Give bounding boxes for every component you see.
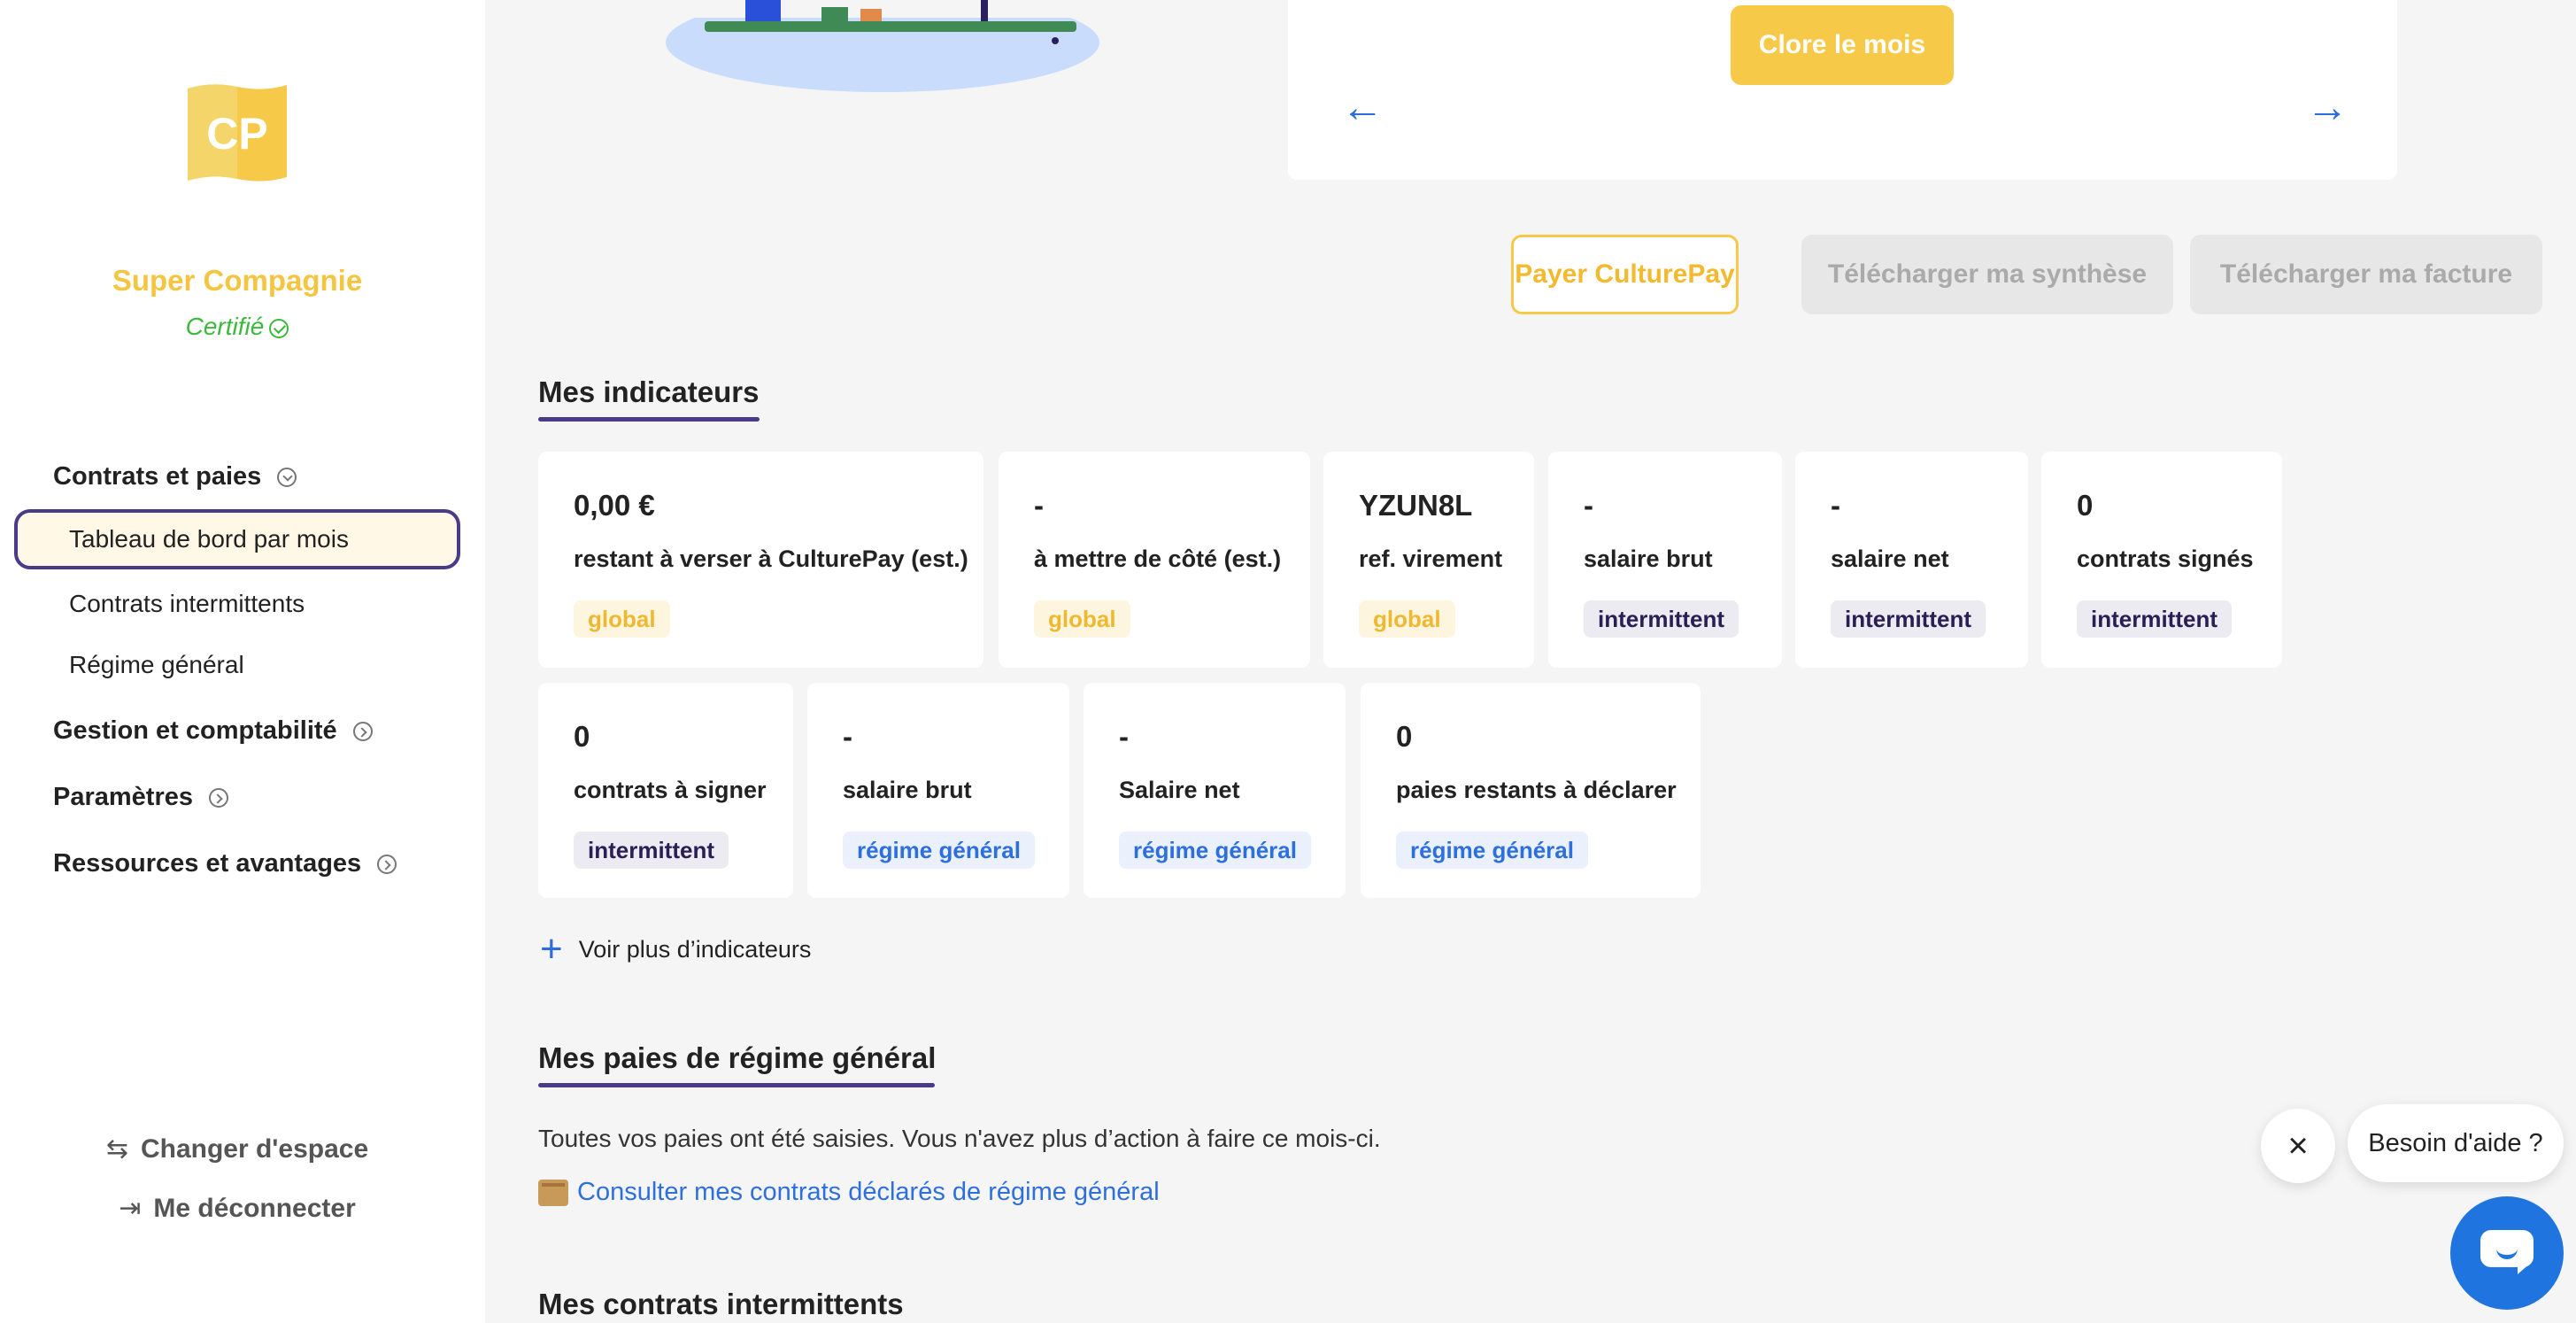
- arrow-left-icon[interactable]: ←: [1341, 87, 1384, 129]
- indicator-card: 0,00 € restant à verser à CulturePay (es…: [538, 452, 983, 668]
- nav-section-label: Ressources et avantages: [53, 849, 362, 878]
- swap-arrows-icon: ⇆: [105, 1134, 128, 1164]
- indicator-label: salaire net: [1831, 545, 1949, 572]
- logout-icon: ⇥: [119, 1194, 142, 1223]
- plus-icon: +: [540, 927, 563, 971]
- sidebar-item-tableau-de-bord[interactable]: Tableau de bord par mois: [14, 509, 460, 569]
- indicator-value: -: [1584, 489, 1593, 522]
- chevron-down-icon: [277, 467, 297, 487]
- general-pay-message: Toutes vos paies ont été saisies. Vous n…: [538, 1125, 1381, 1152]
- general-pay-title-text: Mes paies de régime général: [538, 1041, 937, 1074]
- indicator-label: contrats à signer: [574, 777, 767, 803]
- logout-link[interactable]: ⇥ Me déconnecter: [0, 1193, 474, 1224]
- indicator-card: - salaire net intermittent: [1795, 452, 2028, 668]
- indicator-value: -: [1831, 489, 1840, 522]
- indicator-tag: intermittent: [574, 832, 729, 869]
- logo-text: CP: [206, 109, 267, 159]
- indicators-title: Mes indicateurs: [538, 375, 760, 422]
- chat-launcher-button[interactable]: [2450, 1196, 2564, 1310]
- indicator-label: contrats signés: [2077, 545, 2254, 572]
- indicator-value: -: [1119, 720, 1129, 753]
- company-name: Super Compagnie: [112, 264, 363, 297]
- logout-label: Me déconnecter: [153, 1194, 356, 1223]
- sidebar-item-regime-general[interactable]: Régime général: [69, 651, 244, 679]
- general-pay-title: Mes paies de régime général: [538, 1041, 937, 1087]
- chevron-right-icon: [209, 787, 228, 808]
- indicator-label: salaire brut: [843, 777, 972, 803]
- certified-status: Certifié: [0, 313, 474, 341]
- indicator-value: -: [843, 720, 852, 753]
- nav-section-label: Contrats et paies: [53, 462, 262, 491]
- indicator-tag: intermittent: [1831, 600, 1986, 638]
- indicator-value: 0: [574, 720, 590, 753]
- sidebar: CP Super Compagnie Certifié Contrats et …: [0, 0, 485, 1323]
- indicator-tag: intermittent: [1584, 600, 1739, 638]
- chevron-right-icon: [352, 721, 373, 741]
- download-summary-button[interactable]: Télécharger ma synthèse: [1801, 235, 2173, 314]
- close-help-button[interactable]: ×: [2261, 1109, 2335, 1183]
- indicator-value: YZUN8L: [1359, 489, 1473, 522]
- indicator-value: 0,00 €: [574, 489, 655, 522]
- indicator-label: salaire brut: [1584, 545, 1713, 572]
- nav-section-label: Gestion et comptabilité: [53, 716, 337, 745]
- chevron-right-icon: [377, 854, 397, 874]
- check-circle-icon: [269, 318, 289, 338]
- intermittent-title: Mes contrats intermittents: [538, 1288, 904, 1320]
- nav-section-ressources[interactable]: Ressources et avantages: [53, 849, 397, 878]
- indicator-card: - salaire brut intermittent: [1548, 452, 1782, 668]
- switch-space-link[interactable]: ⇆ Changer d'espace: [0, 1133, 474, 1164]
- indicator-label: paies restants à déclarer: [1396, 777, 1677, 803]
- company-logo: CP: [188, 84, 287, 182]
- nav-section-contrats[interactable]: Contrats et paies: [53, 462, 297, 491]
- indicator-label: ref. virement: [1359, 545, 1503, 572]
- help-bubble[interactable]: Besoin d'aide ?: [2348, 1104, 2564, 1182]
- switch-space-label: Changer d'espace: [140, 1134, 369, 1164]
- indicator-tag: intermittent: [2077, 600, 2232, 638]
- indicator-value: 0: [1396, 720, 1413, 753]
- consult-contracts-link[interactable]: Consulter mes contrats déclarés de régim…: [538, 1178, 1160, 1207]
- indicator-card: - salaire brut régime général: [807, 683, 1069, 898]
- indicators-title-text: Mes indicateurs: [538, 375, 760, 408]
- consult-contracts-label: Consulter mes contrats déclarés de régim…: [577, 1178, 1160, 1206]
- indicator-card: - à mettre de côté (est.) global: [999, 452, 1310, 668]
- more-indicators-label: Voir plus d’indicateurs: [578, 935, 812, 963]
- close-month-button[interactable]: Clore le mois: [1731, 5, 1954, 85]
- title-underline: [538, 1083, 935, 1087]
- nav-section-label: Paramètres: [53, 783, 193, 811]
- indicator-card: - Salaire net régime général: [1084, 683, 1346, 898]
- indicator-tag: régime général: [1396, 832, 1588, 869]
- archive-box-icon: [538, 1180, 568, 1207]
- sidebar-item-contrats-intermittents[interactable]: Contrats intermittents: [69, 590, 305, 618]
- indicator-tag: global: [1359, 600, 1455, 638]
- indicator-label: Salaire net: [1119, 777, 1240, 803]
- indicator-card: 0 paies restants à déclarer régime génér…: [1361, 683, 1701, 898]
- more-indicators-link[interactable]: + Voir plus d’indicateurs: [540, 930, 811, 969]
- indicator-card: YZUN8L ref. virement global: [1323, 452, 1534, 668]
- certified-label: Certifié: [185, 313, 265, 340]
- pay-culturepay-button[interactable]: Payer CulturePay: [1511, 235, 1739, 314]
- download-invoice-button[interactable]: Télécharger ma facture: [2190, 235, 2542, 314]
- indicator-value: 0: [2077, 489, 2094, 522]
- nav-section-gestion[interactable]: Gestion et comptabilité: [53, 716, 373, 746]
- close-icon: ×: [2287, 1126, 2309, 1165]
- indicator-label: à mettre de côté (est.): [1034, 545, 1282, 572]
- indicator-tag: global: [574, 600, 670, 638]
- indicator-tag: global: [1034, 600, 1130, 638]
- indicator-tag: régime général: [1119, 832, 1311, 869]
- indicator-value: -: [1034, 489, 1044, 522]
- indicator-card: 0 contrats signés intermittent: [2041, 452, 2282, 668]
- indicator-tag: régime général: [843, 832, 1035, 869]
- chat-bubble-tail: [2518, 1262, 2532, 1274]
- indicator-card: 0 contrats à signer intermittent: [538, 683, 793, 898]
- illustration-image: [666, 0, 1099, 92]
- arrow-right-icon[interactable]: →: [2306, 87, 2348, 129]
- indicator-label: restant à verser à CulturePay (est.): [574, 545, 968, 572]
- title-underline: [538, 417, 760, 422]
- nav-section-parametres[interactable]: Paramètres: [53, 783, 228, 812]
